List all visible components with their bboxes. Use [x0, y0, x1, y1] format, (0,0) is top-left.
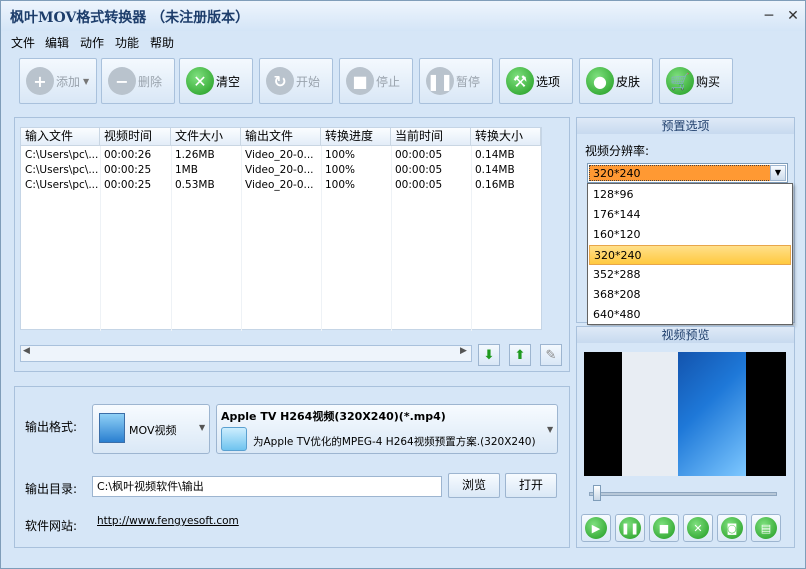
stop-icon: ■	[653, 517, 675, 539]
website-link[interactable]: http://www.fengyesoft.com	[97, 515, 239, 527]
output-panel: 输出格式: MOV视频 ▼ Apple TV H264视频(320X240)(*…	[14, 386, 570, 548]
title-bar: 枫叶MOV格式转换器 （未注册版本） ─ ✕	[1, 1, 805, 31]
camera-icon: ◙	[721, 517, 743, 539]
buy-button[interactable]: 🛒 购买	[659, 58, 733, 104]
arrow-down-icon: ⬇	[483, 347, 495, 363]
col-header-input[interactable]: 输入文件	[21, 128, 100, 146]
folder-icon	[221, 427, 247, 451]
apple-icon: ●	[586, 67, 614, 95]
monitor-icon	[99, 413, 125, 443]
pause-icon: ❚❚	[426, 67, 454, 95]
open-button[interactable]: 打开	[505, 473, 557, 498]
options-button[interactable]: ⚒ 选项	[499, 58, 573, 104]
scroll-right-icon[interactable]: ▶	[460, 346, 467, 356]
browse-button[interactable]: 浏览	[448, 473, 500, 498]
scroll-left-icon[interactable]: ◀	[23, 346, 30, 356]
close-icon[interactable]: ✕	[783, 6, 803, 26]
stop-button[interactable]: ■	[649, 514, 679, 542]
mute-button[interactable]: ✕	[683, 514, 713, 542]
menu-file[interactable]: 文件	[11, 34, 35, 51]
move-down-button[interactable]: ⬇	[478, 344, 500, 366]
resolution-value: 320*240	[589, 165, 771, 181]
video-preview-panel: 视频预览 ▶ ❚❚ ■ ✕ ◙ ▤	[576, 326, 795, 548]
file-list-panel: 输入文件 视频时间 文件大小 输出文件 转换进度 当前时间 转换大小 C:\Us…	[14, 117, 570, 372]
video-preview-screen	[584, 352, 786, 476]
video-preview-header: 视频预览	[577, 327, 794, 343]
col-header-converted-size[interactable]: 转换大小	[471, 128, 541, 146]
col-header-size[interactable]: 文件大小	[171, 128, 241, 146]
menu-help[interactable]: 帮助	[150, 34, 174, 51]
horizontal-scrollbar[interactable]: ◀ ▶	[20, 345, 472, 362]
toolbar: + 添加 ▼ − 删除 ✕ 清空 ↻ 开始 ■ 停止 ❚❚ 暂停 ⚒ 选项 ●	[15, 56, 795, 106]
resolution-option[interactable]: 160*120	[589, 225, 791, 245]
stop-icon: ■	[346, 67, 374, 95]
col-header-current-time[interactable]: 当前时间	[391, 128, 471, 146]
tools-icon: ⚒	[506, 67, 534, 95]
menu-action[interactable]: 动作	[80, 34, 104, 51]
website-label: 软件网站:	[25, 519, 78, 533]
stop-button[interactable]: ■ 停止	[339, 58, 413, 104]
resolution-dropdown: 128*96 176*144 160*120 320*240 352*288 3…	[587, 183, 793, 325]
clear-button[interactable]: ✕ 清空	[179, 58, 253, 104]
chevron-down-icon: ▼	[547, 425, 554, 434]
pause-icon: ❚❚	[619, 517, 641, 539]
output-dir-label: 输出目录:	[25, 482, 78, 496]
minimize-icon[interactable]: ─	[759, 6, 779, 26]
resolution-option[interactable]: 640*480	[589, 305, 791, 325]
play-button[interactable]: ▶	[581, 514, 611, 542]
output-dir-input[interactable]: C:\枫叶视频软件\输出	[92, 476, 442, 497]
col-header-duration[interactable]: 视频时间	[100, 128, 171, 146]
arrow-up-icon: ⬆	[514, 347, 526, 363]
resolution-select[interactable]: 320*240 ▼	[587, 163, 788, 183]
preset-title: Apple TV H264视频(320X240)(*.mp4)	[221, 410, 446, 423]
plus-icon: +	[26, 67, 54, 95]
output-format-select[interactable]: MOV视频 ▼	[92, 404, 210, 454]
col-header-progress[interactable]: 转换进度	[321, 128, 391, 146]
minus-icon: −	[108, 67, 136, 95]
start-button[interactable]: ↻ 开始	[259, 58, 333, 104]
chevron-down-icon: ▼	[199, 423, 206, 432]
menu-bar: 文件 编辑 动作 功能 帮助	[1, 31, 805, 53]
play-icon: ▶	[585, 517, 607, 539]
mute-icon: ✕	[687, 517, 709, 539]
resolution-option[interactable]: 352*288	[589, 265, 791, 285]
video-frame-window	[622, 352, 678, 476]
resolution-label: 视频分辨率:	[585, 144, 650, 158]
refresh-icon: ↻	[266, 67, 294, 95]
col-header-output[interactable]: 输出文件	[241, 128, 321, 146]
clear-x-icon: ✕	[186, 67, 214, 95]
skin-button[interactable]: ● 皮肤	[579, 58, 653, 104]
preset-options-header: 预置选项	[577, 118, 794, 134]
cart-icon: 🛒	[666, 67, 694, 95]
preset-select[interactable]: Apple TV H264视频(320X240)(*.mp4) 为Apple T…	[216, 404, 558, 454]
edit-button[interactable]: ✎	[540, 344, 562, 366]
menu-edit[interactable]: 编辑	[45, 34, 69, 51]
resolution-option[interactable]: 176*144	[589, 205, 791, 225]
delete-button[interactable]: − 删除	[101, 58, 175, 104]
output-format-label: 输出格式:	[25, 420, 78, 434]
folder-icon: ▤	[755, 517, 777, 539]
chevron-down-icon[interactable]: ▼	[770, 165, 786, 181]
resolution-option-selected[interactable]: 320*240	[589, 245, 791, 265]
resolution-option[interactable]: 128*96	[589, 185, 791, 205]
window-title: 枫叶MOV格式转换器 （未注册版本）	[10, 10, 250, 26]
app-window: 枫叶MOV格式转换器 （未注册版本） ─ ✕ 文件 编辑 动作 功能 帮助 + …	[0, 0, 806, 569]
menu-function[interactable]: 功能	[115, 34, 139, 51]
add-button[interactable]: + 添加 ▼	[19, 58, 97, 104]
move-up-button[interactable]: ⬆	[509, 344, 531, 366]
pen-icon: ✎	[545, 347, 557, 363]
pause-button[interactable]: ❚❚	[615, 514, 645, 542]
pause-button[interactable]: ❚❚ 暂停	[419, 58, 493, 104]
resolution-option[interactable]: 368*208	[589, 285, 791, 305]
playback-slider[interactable]	[589, 492, 777, 496]
folder-button[interactable]: ▤	[751, 514, 781, 542]
playback-slider-thumb[interactable]	[592, 485, 601, 501]
chevron-down-icon: ▼	[83, 76, 90, 86]
snapshot-button[interactable]: ◙	[717, 514, 747, 542]
preset-description: 为Apple TV优化的MPEG-4 H264视频预置方案.(320X240)	[253, 436, 536, 448]
file-table: 输入文件 视频时间 文件大小 输出文件 转换进度 当前时间 转换大小 C:\Us…	[20, 127, 542, 331]
